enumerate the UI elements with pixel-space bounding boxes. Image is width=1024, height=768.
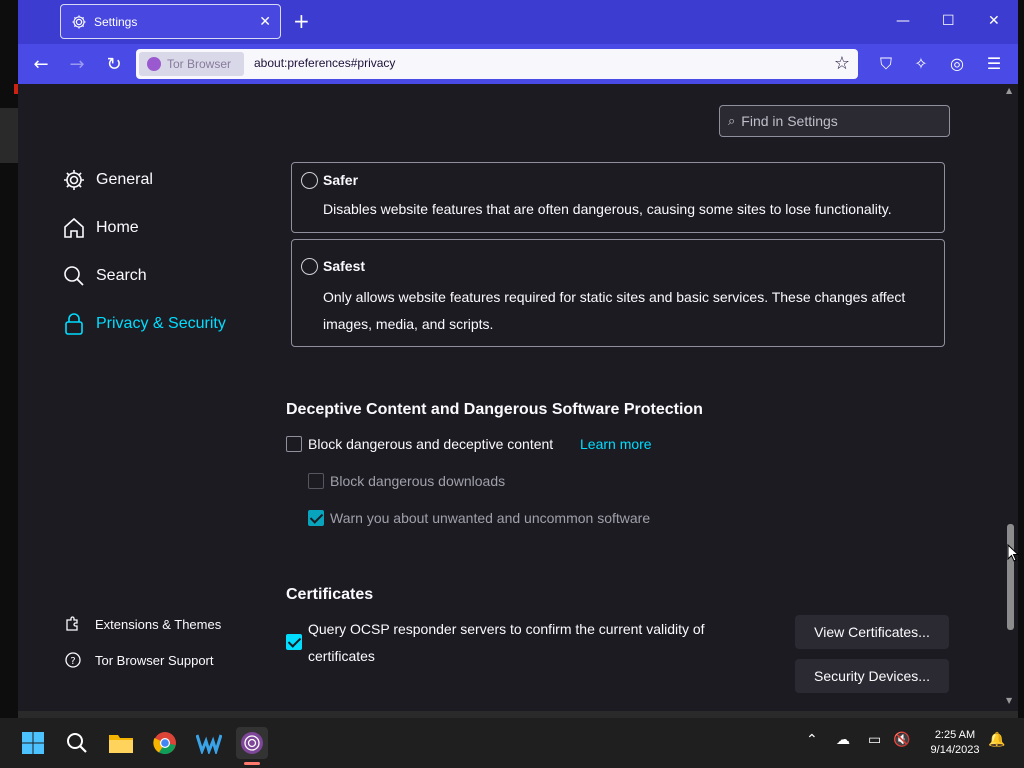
safest-description-line1: Only allows website features required fo… — [323, 289, 906, 305]
sidebar-item-home[interactable]: Home — [62, 216, 139, 240]
notification-bell-icon[interactable]: 🔔 — [988, 732, 1005, 748]
sidebar-item-label: General — [96, 171, 153, 188]
onedrive-icon[interactable]: ☁ — [836, 732, 850, 748]
vertical-scrollbar[interactable]: ▲ ▼ — [1003, 84, 1018, 711]
background-panel — [0, 108, 18, 163]
ocsp-checkbox[interactable] — [286, 634, 302, 650]
sidebar-item-search[interactable]: Search — [62, 264, 147, 288]
scroll-up-arrow-icon[interactable]: ▲ — [1006, 86, 1012, 95]
sidebar-extensions-themes[interactable]: Extensions & Themes — [64, 615, 221, 633]
safer-radio[interactable] — [301, 172, 318, 189]
safer-title: Safer — [323, 172, 359, 188]
svg-text:?: ? — [70, 656, 75, 667]
find-placeholder: Find in Settings — [741, 113, 838, 129]
view-certificates-button[interactable]: View Certificates... — [795, 615, 949, 649]
safest-title: Safest — [323, 258, 366, 274]
minimize-button[interactable]: — — [896, 12, 910, 30]
background-window-edge-right — [1018, 0, 1024, 725]
forward-button[interactable]: → — [66, 54, 88, 76]
tor-browser-icon[interactable] — [236, 727, 268, 759]
identity-label: Tor Browser — [167, 57, 232, 71]
url-text[interactable]: about:preferences#privacy — [254, 56, 395, 70]
volume-muted-icon[interactable]: 🔇 — [893, 732, 910, 748]
sidebar-item-privacy-security[interactable]: Privacy & Security — [62, 312, 226, 336]
find-in-settings-input[interactable]: ⌕ Find in Settings — [719, 105, 950, 137]
sidebar-item-label: Home — [96, 219, 139, 236]
tor-onion-icon — [147, 57, 161, 71]
back-button[interactable]: ← — [30, 54, 52, 76]
screen: Settings ✕ + — ☐ ✕ ← → ↻ Tor Browser abo… — [0, 0, 1024, 768]
deceptive-content-heading: Deceptive Content and Dangerous Software… — [286, 401, 703, 418]
gear-icon — [62, 168, 86, 192]
search-icon — [62, 264, 86, 288]
shield-icon[interactable]: ⛉ — [876, 54, 896, 74]
security-level-safer[interactable]: Safer Disables website features that are… — [291, 162, 945, 233]
app-menu-icon[interactable]: ☰ — [984, 54, 1004, 74]
security-level-safest[interactable]: Safest Only allows website features requ… — [291, 239, 945, 347]
clock-time: 2:25 AM — [934, 729, 976, 741]
search-icon[interactable] — [61, 727, 93, 759]
tab-title: Settings — [94, 14, 138, 29]
system-clock[interactable]: 2:25 AM 9/14/2023 — [918, 728, 992, 758]
safest-description-line2: images, media, and scripts. — [323, 316, 494, 332]
sidebar-footer-label: Extensions & Themes — [95, 616, 222, 632]
background-window-edge — [0, 0, 18, 725]
puzzle-icon — [64, 615, 82, 633]
clock-date: 9/14/2023 — [930, 744, 980, 756]
tab-settings[interactable]: Settings ✕ — [60, 4, 281, 39]
mouse-cursor-icon — [1007, 544, 1019, 562]
home-icon — [62, 216, 86, 240]
safest-radio[interactable] — [301, 258, 318, 275]
security-devices-button[interactable]: Security Devices... — [795, 659, 949, 693]
certificates-heading: Certificates — [286, 586, 374, 603]
help-icon: ? — [64, 651, 82, 669]
lock-icon — [62, 312, 86, 336]
url-bar[interactable]: Tor Browser about:preferences#privacy ☆ — [136, 49, 858, 79]
safer-description: Disables website features that are often… — [323, 201, 892, 217]
sidebar-item-general[interactable]: General — [62, 168, 153, 192]
block-downloads-label[interactable]: Block dangerous downloads — [330, 473, 505, 489]
wavebox-icon[interactable] — [193, 727, 225, 759]
new-identity-broom-icon[interactable]: ✧ — [911, 54, 931, 74]
warn-unwanted-label[interactable]: Warn you about unwanted and uncommon sof… — [330, 510, 650, 526]
preferences-page: ⌕ Find in Settings General Home Search P… — [18, 84, 1003, 711]
horizontal-scrollbar[interactable] — [18, 711, 1018, 718]
browser-window: Settings ✕ + — ☐ ✕ ← → ↻ Tor Browser abo… — [18, 0, 1018, 718]
sidebar-footer-label: Tor Browser Support — [95, 652, 214, 668]
identity-box[interactable]: Tor Browser — [139, 52, 244, 76]
navigation-toolbar: ← → ↻ Tor Browser about:preferences#priv… — [18, 44, 1018, 84]
ocsp-label-line2[interactable]: certificates — [308, 648, 375, 664]
block-downloads-checkbox[interactable] — [308, 473, 324, 489]
bookmark-star-icon[interactable]: ☆ — [834, 53, 850, 74]
scroll-down-arrow-icon[interactable]: ▼ — [1006, 696, 1012, 705]
gear-icon — [72, 15, 86, 28]
reload-button[interactable]: ↻ — [103, 54, 125, 76]
warn-unwanted-checkbox[interactable] — [308, 510, 324, 526]
sidebar-item-label: Search — [96, 267, 147, 284]
learn-more-link[interactable]: Learn more — [580, 436, 652, 452]
display-icon[interactable]: ▭ — [868, 732, 881, 748]
file-explorer-icon[interactable] — [105, 727, 137, 759]
active-app-indicator — [244, 762, 260, 765]
chevron-up-icon[interactable]: ⌃ — [806, 732, 818, 748]
new-tab-button[interactable]: + — [293, 10, 310, 32]
title-bar: Settings ✕ + — ☐ ✕ — [18, 0, 1018, 44]
search-icon: ⌕ — [728, 113, 736, 129]
block-deceptive-checkbox[interactable] — [286, 436, 302, 452]
tor-circuit-icon[interactable]: ◎ — [947, 54, 967, 74]
ocsp-label-line1[interactable]: Query OCSP responder servers to confirm … — [308, 621, 705, 637]
chrome-icon[interactable] — [149, 727, 181, 759]
sidebar-browser-support[interactable]: ? Tor Browser Support — [64, 651, 214, 669]
block-deceptive-label[interactable]: Block dangerous and deceptive content — [308, 436, 553, 452]
windows-start-icon[interactable] — [17, 727, 49, 759]
windows-taskbar: ⌃ ☁ ▭ 🔇 2:25 AM 9/14/2023 🔔 — [0, 718, 1024, 768]
sidebar-item-label: Privacy & Security — [96, 315, 226, 332]
scrollbar-thumb[interactable] — [1007, 524, 1014, 630]
maximize-button[interactable]: ☐ — [942, 12, 955, 30]
close-tab-icon[interactable]: ✕ — [259, 14, 271, 30]
close-window-button[interactable]: ✕ — [988, 12, 1000, 30]
